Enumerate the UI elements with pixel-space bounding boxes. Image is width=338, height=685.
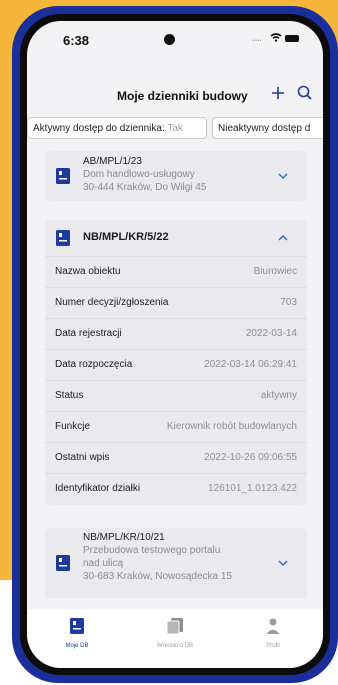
detail-label: Identyfikator działki (55, 483, 141, 494)
detail-value: 2022-10-26 09:06:55 (204, 452, 297, 463)
status-bar: 6:38 .... (27, 21, 323, 61)
signal-icon: .... (252, 30, 262, 44)
documents-icon (166, 618, 183, 635)
detail-value: 703 (280, 297, 297, 308)
tab-label: Wnioski o DB (156, 643, 193, 649)
filter-active-label: Aktywny dostęp do dziennika: (33, 123, 165, 134)
detail-label: Status (55, 390, 84, 401)
journal-name: Dom handlowo-usługowy (83, 169, 195, 180)
journal-icon (70, 618, 84, 634)
tab-profil[interactable]: Profil (233, 617, 313, 649)
journal-card-expanded[interactable]: NB/MPL/KR/5/22 Nazwa obiektu Biurowiec N… (45, 220, 307, 505)
detail-row-registration-date: Data rejestracji 2022-03-14 (45, 319, 307, 350)
status-time: 6:38 (63, 33, 90, 48)
person-icon (266, 618, 280, 634)
chevron-up-icon[interactable] (277, 234, 289, 242)
phone-frame: 6:38 .... Moje dzienniki budowy Aktywny … (12, 6, 338, 683)
detail-row-last-entry: Ostatni wpis 2022-10-26 09:06:55 (45, 443, 307, 474)
journal-icon (56, 168, 70, 184)
tab-bar: Moje DB Wnioski o DB Profil (27, 609, 323, 668)
journal-number: NB/MPL/KR/10/21 (83, 532, 165, 543)
journal-card[interactable]: NB/MPL/KR/10/21 Przebudowa testowego por… (45, 528, 307, 598)
detail-row-start-date: Data rozpoczęcia 2022-03-14 06:29:41 (45, 350, 307, 381)
chevron-down-icon[interactable] (277, 559, 289, 567)
tab-label: Moje DB (65, 643, 89, 649)
journal-address: 30-444 Kraków, Do Wilgi 45 (83, 182, 207, 193)
journal-icon (56, 555, 70, 571)
filter-inactive-label: Nieaktywny dostęp d (218, 123, 311, 134)
battery-icon (285, 35, 299, 42)
tab-label: Profil (266, 643, 280, 649)
navigation-bar: Moje dzienniki budowy (27, 81, 323, 109)
journal-card-header[interactable]: NB/MPL/KR/5/22 (45, 220, 307, 257)
tab-wnioski-o-db[interactable]: Wnioski o DB (135, 617, 215, 649)
detail-label: Numer decyzji/zgłoszenia (55, 297, 169, 308)
detail-label: Ostatni wpis (55, 452, 110, 463)
detail-label: Nazwa obiektu (55, 266, 121, 277)
journal-number: NB/MPL/KR/5/22 (83, 231, 169, 243)
detail-value: 126101_1.0123.422 (208, 483, 297, 494)
filter-active-access[interactable]: Aktywny dostęp do dziennika: Tak (27, 117, 207, 139)
detail-row-plot-id: Identyfikator działki 126101_1.0123.422 (45, 474, 307, 504)
detail-label: Data rozpoczęcia (55, 359, 133, 370)
page-title: Moje dzienniki budowy (117, 89, 248, 103)
tab-moje-db[interactable]: Moje DB (37, 617, 117, 649)
detail-row-object-name: Nazwa obiektu Biurowiec (45, 257, 307, 288)
detail-row-functions: Funkcje Kierownik robót budowlanych (45, 412, 307, 443)
app-screen: 6:38 .... Moje dzienniki budowy Aktywny … (27, 21, 323, 668)
journal-icon (56, 230, 70, 246)
wifi-icon (270, 33, 282, 42)
search-icon[interactable] (295, 83, 315, 103)
journal-name: Przebudowa testowego portalu (83, 545, 221, 556)
detail-row-status: Status aktywny (45, 381, 307, 412)
detail-label: Data rejestracji (55, 328, 122, 339)
detail-value: aktywny (260, 390, 297, 401)
journal-name-continued: nad ulicą (83, 558, 124, 569)
detail-row-decision-number: Numer decyzji/zgłoszenia 703 (45, 288, 307, 319)
detail-value: Kierownik robót budowlanych (166, 421, 297, 432)
phone-bezel: 6:38 .... Moje dzienniki budowy Aktywny … (20, 14, 330, 675)
filter-inactive-access[interactable]: Nieaktywny dostęp d (212, 117, 323, 139)
detail-value: 2022-03-14 06:29:41 (204, 359, 297, 370)
journal-number: AB/MPL/1/23 (83, 156, 142, 167)
chevron-down-icon[interactable] (277, 172, 289, 180)
plus-icon[interactable] (268, 83, 288, 103)
journal-address: 30-683 Kraków, Nowosądecka 15 (83, 571, 232, 582)
detail-label: Funkcje (55, 421, 91, 432)
filter-bar: Aktywny dostęp do dziennika: Tak Nieakty… (27, 117, 323, 143)
filter-active-value: Tak (167, 123, 183, 134)
detail-value: 2022-03-14 (245, 328, 297, 339)
detail-value: Biurowiec (253, 266, 297, 277)
journal-card[interactable]: AB/MPL/1/23 Dom handlowo-usługowy 30-444… (45, 151, 307, 201)
camera-dot (164, 34, 175, 45)
